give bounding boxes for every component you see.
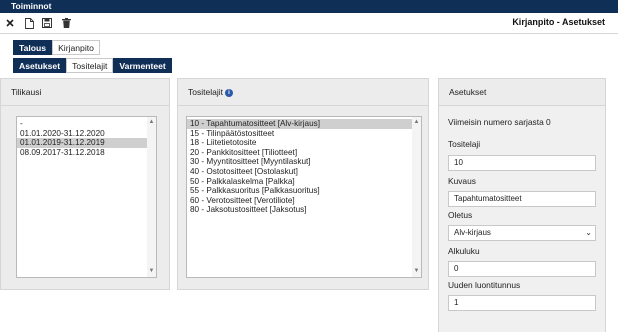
save-icon[interactable] (41, 16, 53, 30)
tositelaji-input[interactable]: 10 (448, 155, 596, 171)
info-icon[interactable]: i (224, 89, 233, 97)
asetukset-header: Asetukset (439, 79, 605, 106)
list-item[interactable]: 40 - Ostotositteet [Ostolaskut] (187, 167, 421, 177)
list-item[interactable]: 30 - Myyntitositteet [Myyntilaskut] (187, 157, 421, 167)
tositelajit-panel: Tositelajit i 10 - Tapahtumatositteet [Al… (177, 78, 429, 290)
kuvaus-label: Kuvaus (448, 176, 476, 186)
tilikausi-panel: Tilikausi -01.01.2020-31.12.2020 01.01.20… (0, 78, 170, 290)
tilikausi-header: Tilikausi (1, 79, 169, 106)
tab-talous[interactable]: Talous (13, 40, 53, 55)
list-item[interactable]: 01.01.2020-31.12.2020 (17, 129, 156, 139)
list-item[interactable]: 10 - Tapahtumatositteet [Alv-kirjaus] (187, 119, 421, 129)
tab-tositelajit[interactable]: Tositelajit (66, 58, 114, 73)
primary-tabs: Talous Kirjanpito (13, 40, 100, 55)
oletus-select-value: Alv-kirjaus (454, 228, 491, 237)
kuvaus-input[interactable]: Tapahtumatositteet (448, 191, 596, 207)
tositelajit-header-label: Tositelajit (188, 87, 223, 97)
list-item[interactable]: 01.01.2019-31.12.2019 (17, 138, 156, 148)
page-title: Kirjanpito - Asetukset (512, 17, 605, 27)
tositelaji-label: Tositelaji (448, 139, 481, 149)
oletus-select[interactable]: Alv-kirjaus ⌄ (448, 225, 596, 241)
list-item[interactable]: 15 - Tilinpäätöstositteet (187, 129, 421, 139)
new-document-icon[interactable] (23, 16, 35, 30)
list-item[interactable]: 80 - Jaksotustositteet [Jaksotus] (187, 205, 421, 215)
list-item[interactable]: 20 - Pankkitositteet [Tiliotteet] (187, 148, 421, 158)
uuden-luontitunnus-label: Uuden luontitunnus (448, 280, 521, 290)
tositelajit-header: Tositelajit i (178, 79, 428, 106)
tab-asetukset[interactable]: Asetukset (13, 58, 67, 73)
top-menu-bar: Toiminnot (0, 0, 618, 13)
list-item[interactable]: 08.09.2017-31.12.2018 (17, 148, 156, 158)
alkuluku-input[interactable]: 0 (448, 261, 596, 277)
scroll-up-icon[interactable]: ▲ (148, 119, 155, 126)
oletus-label: Oletus (448, 210, 473, 220)
uuden-luontitunnus-input[interactable]: 1 (448, 295, 596, 311)
secondary-tabs: Asetukset Tositelajit Varmenteet (13, 58, 172, 73)
delete-icon[interactable] (60, 16, 72, 30)
list-item[interactable]: 60 - Verotositteet [Verotiliote] (187, 196, 421, 206)
tilikausi-listbox[interactable]: -01.01.2020-31.12.2020 01.01.2019-31.12.2… (16, 116, 157, 278)
asetukset-panel: Asetukset Viimeisin numero sarjasta 0 To… (438, 78, 606, 332)
chevron-down-icon: ⌄ (585, 228, 592, 237)
tab-varmenteet[interactable]: Varmenteet (113, 58, 172, 73)
tab-kirjanpito[interactable]: Kirjanpito (52, 40, 100, 55)
list-item[interactable]: 50 - Palkkalaskelma [Palkka] (187, 177, 421, 187)
close-icon[interactable] (4, 16, 16, 30)
scroll-up-icon[interactable]: ▲ (413, 119, 420, 126)
scrollbar[interactable]: ▲ ▼ (412, 117, 421, 277)
list-item[interactable]: 55 - Palkkasuoritus [Palkkasuoritus] (187, 186, 421, 196)
scroll-down-icon[interactable]: ▼ (148, 268, 155, 275)
list-item[interactable]: 18 - Liitetietotosite (187, 138, 421, 148)
alkuluku-label: Alkuluku (448, 246, 480, 256)
last-number-text: Viimeisin numero sarjasta 0 (448, 117, 551, 127)
scrollbar[interactable]: ▲ ▼ (147, 117, 156, 277)
tositelajit-listbox[interactable]: 10 - Tapahtumatositteet [Alv-kirjaus] 15 … (186, 116, 422, 278)
toolbar: Kirjanpito - Asetukset (0, 13, 618, 34)
scroll-down-icon[interactable]: ▼ (413, 268, 420, 275)
topbar-title[interactable]: Toiminnot (0, 1, 51, 11)
list-item[interactable]: - (17, 119, 156, 129)
